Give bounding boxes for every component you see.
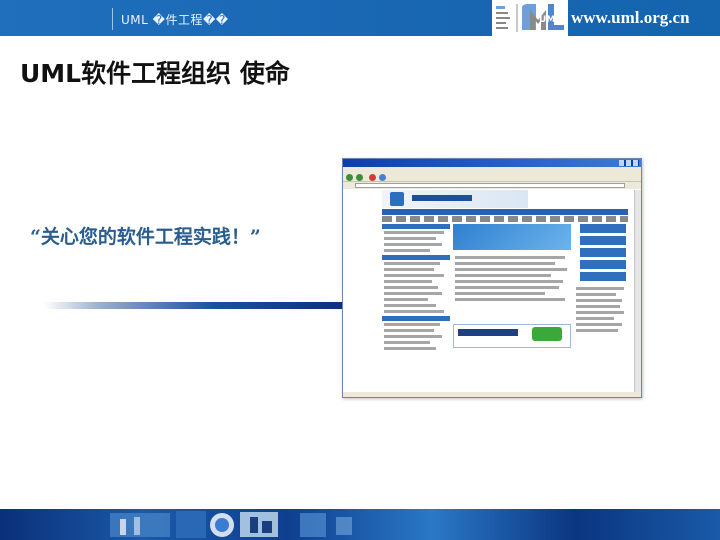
header-url[interactable]: www.uml.org.cn — [571, 8, 690, 28]
site-nav — [382, 209, 628, 215]
browser-scrollbar — [634, 190, 641, 393]
developerworks-banner — [453, 324, 571, 348]
window-controls-icon — [619, 160, 639, 166]
browser-titlebar — [343, 159, 641, 167]
footer-strip — [0, 509, 720, 540]
site-subnav — [382, 216, 628, 222]
stop-icon — [369, 174, 376, 181]
back-icon — [346, 174, 353, 181]
site-left-column — [382, 224, 450, 393]
header-bar: UML �件工程�� UML www.uml.org.cn — [0, 0, 720, 36]
website-page — [346, 190, 632, 393]
website-screenshot — [342, 158, 642, 398]
site-banner-text — [412, 195, 472, 201]
refresh-icon — [379, 174, 386, 181]
header-divider — [112, 8, 113, 30]
site-right-column — [574, 224, 628, 393]
slogan: “关心您的软件工程实践！” — [30, 226, 261, 248]
site-center-column — [453, 224, 571, 393]
browser-statusbar — [343, 392, 641, 397]
page-title: UML软件工程组织 使命 — [20, 59, 290, 88]
uml-logo-icon: UML — [496, 4, 564, 32]
slogan-underline-bar — [44, 302, 350, 309]
slide: UML �件工程�� UML www.uml.org.cn UML软件工程组织 … — [0, 0, 720, 540]
header-title: UML �件工程�� — [121, 13, 229, 27]
site-banner — [382, 190, 528, 208]
live-icon — [532, 327, 562, 341]
address-field — [355, 183, 625, 188]
logo-text: UML — [539, 15, 561, 25]
browser-addressbar — [343, 182, 641, 189]
forward-icon — [356, 174, 363, 181]
footer-decoration-icon — [110, 511, 352, 538]
browser-toolbar — [343, 173, 641, 182]
site-feature-banner — [453, 224, 571, 250]
uml-logo: UML — [492, 0, 568, 36]
site-logo-icon — [390, 192, 404, 206]
